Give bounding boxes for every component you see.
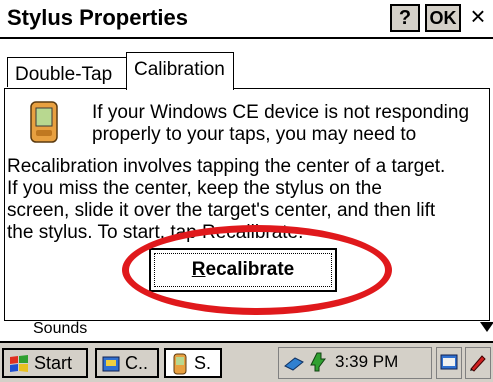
power-plug-icon[interactable]: [307, 351, 329, 373]
stylus-task-icon: [173, 353, 187, 375]
taskbar-task-control-panel[interactable]: C..: [95, 348, 159, 378]
recalibrate-button[interactable]: Recalibrate: [149, 248, 337, 292]
taskbar: Start C.. S. 3:39 PM: [0, 341, 493, 382]
control-panel-icon: [102, 356, 120, 372]
task1-label: C..: [125, 353, 149, 373]
keyboard-icon: [440, 354, 458, 370]
help-button[interactable]: ?: [390, 4, 420, 32]
body-line-4: the stylus. To start, tap Recalibrate.: [7, 222, 304, 243]
clock[interactable]: 3:39 PM: [335, 352, 398, 372]
intro-line-1: If your Windows CE device is not respond…: [92, 102, 470, 123]
intro-line-2: properly to your taps, you may need to: [92, 124, 417, 145]
body-line-1: Recalibration involves tapping the cente…: [7, 156, 446, 177]
ok-button[interactable]: OK: [425, 4, 461, 32]
system-tray: 3:39 PM: [278, 347, 432, 379]
body-line-2: If you miss the center, keep the stylus …: [7, 178, 382, 199]
pen-button[interactable]: [465, 347, 491, 379]
scroll-down-arrow-icon[interactable]: [480, 322, 493, 332]
body-line-3: screen, slide it over the target's cente…: [7, 200, 436, 221]
tab-calibration[interactable]: Calibration: [126, 52, 234, 90]
start-label: Start: [34, 353, 73, 373]
close-button[interactable]: ×: [464, 3, 492, 32]
tab-double-tap[interactable]: Double-Tap: [7, 57, 127, 87]
task2-label: S.: [194, 353, 212, 373]
network-icon[interactable]: [283, 352, 305, 372]
pen-icon: [470, 355, 486, 372]
start-button[interactable]: Start: [2, 348, 88, 378]
window-title: Stylus Properties: [7, 5, 188, 30]
taskbar-task-stylus[interactable]: S.: [164, 348, 222, 378]
background-list-item: Sounds: [33, 320, 88, 337]
input-panel-button[interactable]: [436, 347, 462, 379]
windows-flag-icon: [10, 355, 28, 372]
pda-device-icon: [30, 101, 58, 143]
focus-rect: [154, 253, 332, 287]
title-bar: Stylus Properties ? OK ×: [0, 0, 493, 39]
